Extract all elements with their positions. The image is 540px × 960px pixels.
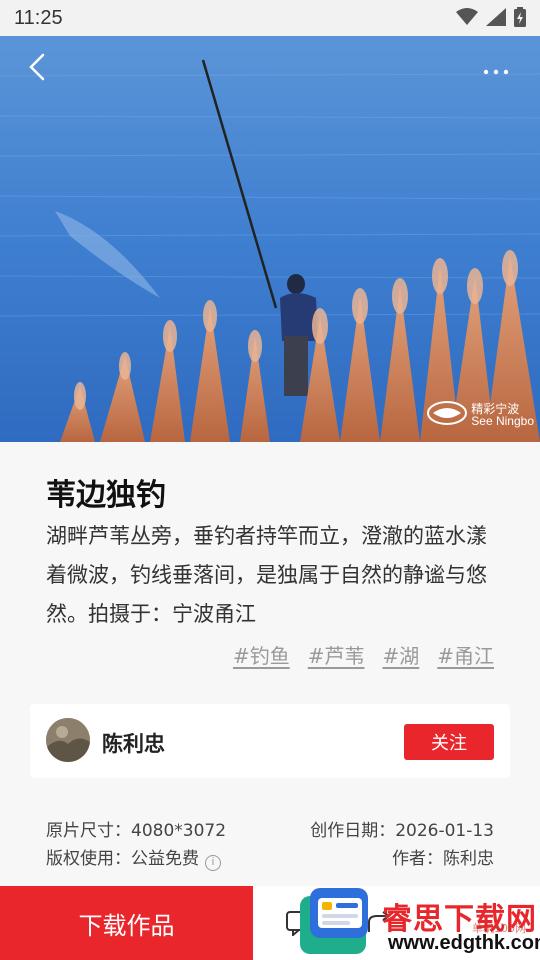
meta-copyright-value: 公益免费 <box>131 849 199 869</box>
site-logo-overlay: 睿思下载网 单机100网 www.edgthk.com <box>296 886 540 960</box>
tag-item[interactable]: #芦苇 <box>308 640 365 669</box>
meta-size-value: 4080*3072 <box>131 821 227 841</box>
more-dots-icon <box>483 60 509 79</box>
post-description: 湖畔芦苇丛旁，垂钓者持竿而立，澄澈的蓝水漾着微波，钓线垂落间，是独属于自然的静谧… <box>46 524 487 626</box>
author-card[interactable]: 陈利忠 关注 <box>30 704 510 778</box>
meta-author-label: 作者： <box>392 849 443 869</box>
app-logo-icon <box>296 888 376 960</box>
meta-row: 原片尺寸：4080*3072 创作日期：2026-01-13 <box>46 816 494 842</box>
meta-size: 原片尺寸：4080*3072 <box>46 816 226 841</box>
site-url: www.edgthk.com <box>388 932 540 954</box>
tag-item[interactable]: #钓鱼 <box>233 640 290 669</box>
author-name[interactable]: 陈利忠 <box>102 728 165 758</box>
artwork-photo[interactable] <box>0 36 540 442</box>
status-bar: 11:25 <box>0 0 540 36</box>
signal-icon <box>486 8 506 30</box>
chevron-left-icon <box>25 53 49 85</box>
more-button[interactable] <box>476 55 516 83</box>
meta-copyright: 版权使用：公益免费 i <box>46 844 221 871</box>
download-button[interactable]: 下载作品 <box>0 886 253 960</box>
tag-item[interactable]: #甬江 <box>437 640 494 669</box>
meta-author-value: 陈利忠 <box>443 849 494 869</box>
meta-author: 作者：陈利忠 <box>392 844 494 869</box>
info-icon[interactable]: i <box>205 855 221 871</box>
meta-copyright-label: 版权使用： <box>46 849 131 869</box>
watermark-logo-icon <box>427 400 468 430</box>
back-button[interactable] <box>20 52 54 86</box>
photo-watermark: 精彩宁波 See Ningbo <box>427 400 534 430</box>
avatar[interactable] <box>46 718 90 762</box>
battery-icon <box>514 7 526 31</box>
tag-item[interactable]: #湖 <box>382 640 419 669</box>
tag-list: #钓鱼 #芦苇 #湖 #甬江 <box>233 640 494 669</box>
watermark-en: See Ningbo <box>471 414 534 428</box>
meta-size-label: 原片尺寸： <box>46 821 131 841</box>
wifi-icon <box>456 8 478 30</box>
meta-date: 创作日期：2026-01-13 <box>310 816 494 841</box>
meta-date-label: 创作日期： <box>310 821 396 841</box>
post-title: 苇边独钓 <box>46 478 166 513</box>
meta-row: 版权使用：公益免费 i 作者：陈利忠 <box>46 844 494 871</box>
status-icons <box>456 7 526 31</box>
status-time: 11:25 <box>14 7 63 29</box>
follow-button[interactable]: 关注 <box>404 724 494 760</box>
meta-date-value: 2026-01-13 <box>395 821 494 841</box>
